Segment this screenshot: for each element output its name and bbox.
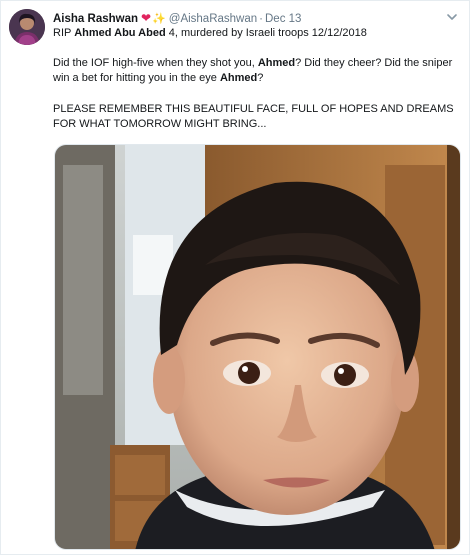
tweet-text-paragraph-2: Did the IOF high-five when they shot you… bbox=[53, 56, 455, 86]
tweet-header: Aisha Rashwan ❤✨ @AishaRashwan · Dec 13 bbox=[53, 10, 439, 26]
separator-dot: · bbox=[259, 13, 263, 25]
para2-bold1: Ahmed bbox=[257, 57, 296, 69]
tweet-photo[interactable] bbox=[54, 144, 461, 550]
author-name[interactable]: Aisha Rashwan bbox=[53, 13, 138, 25]
para2-bold2: Ahmed bbox=[219, 72, 258, 84]
para2-part1: Did the IOF high-five when they shot you… bbox=[53, 57, 258, 69]
avatar[interactable] bbox=[9, 9, 45, 45]
tweet-date[interactable]: Dec 13 bbox=[265, 13, 301, 25]
sparkles-emoji-icon: ✨ bbox=[152, 13, 166, 25]
rip-prefix: RIP bbox=[53, 27, 75, 39]
victim-name: Ahmed Abu Abed bbox=[74, 27, 166, 39]
heart-emoji-icon: ❤ bbox=[141, 11, 152, 25]
tweet-text-paragraph-3: PLEASE REMEMBER THIS BEAUTIFUL FACE, FUL… bbox=[53, 103, 454, 130]
chevron-down-icon[interactable] bbox=[445, 10, 459, 24]
author-handle[interactable]: @AishaRashwan bbox=[169, 13, 257, 25]
tweet-text-line1: RIP Ahmed Abu Abed 4, murdered by Israel… bbox=[53, 26, 455, 41]
line1-suffix: 4, murdered by Israeli troops 12/12/2018 bbox=[165, 27, 367, 39]
tweet-card: Aisha Rashwan ❤✨ @AishaRashwan · Dec 13 RIP … bbox=[0, 0, 470, 555]
para2-part3: ? bbox=[257, 72, 264, 84]
